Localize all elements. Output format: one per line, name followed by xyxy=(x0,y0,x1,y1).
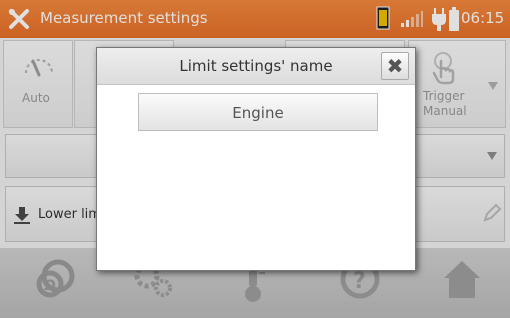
limit-name-value: Engine xyxy=(232,104,284,122)
limit-name-dialog: Limit settings' name ✖ Engine xyxy=(96,47,416,271)
dialog-title: Limit settings' name xyxy=(179,57,333,75)
close-button[interactable]: ✖ xyxy=(381,52,409,80)
close-icon: ✖ xyxy=(386,54,404,78)
limit-name-field[interactable]: Engine xyxy=(138,93,378,131)
dialog-header: Limit settings' name ✖ xyxy=(97,48,415,85)
